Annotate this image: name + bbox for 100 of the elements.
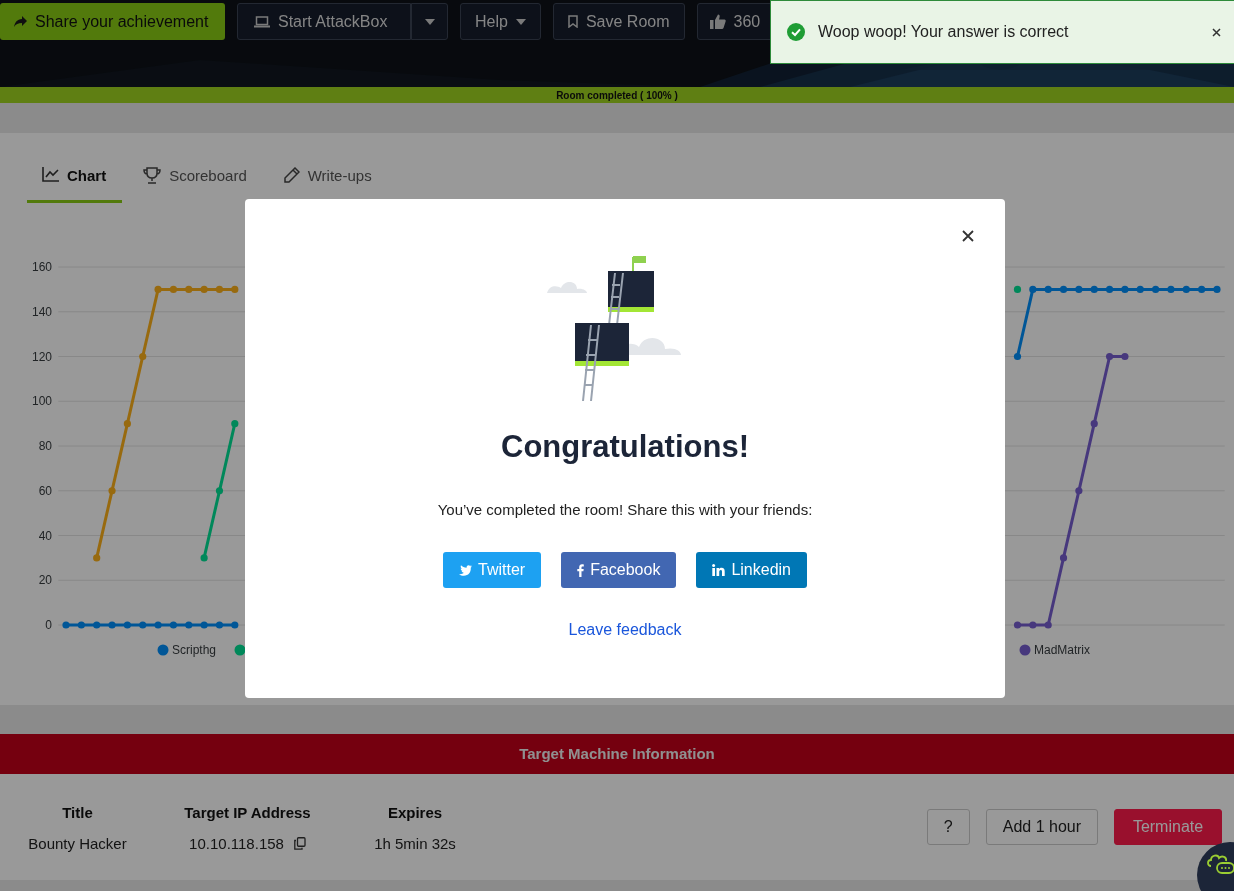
- save-room-button[interactable]: Save Room: [552, 3, 685, 40]
- column-value: 1h 5min 32s: [374, 835, 456, 852]
- data-point: [1044, 621, 1052, 629]
- data-point: [1121, 352, 1129, 361]
- start-attackbox-button[interactable]: Start AttackBox: [237, 3, 411, 40]
- close-button[interactable]: [1210, 26, 1222, 38]
- data-point: [1013, 352, 1022, 361]
- data-point: [1075, 285, 1083, 293]
- data-point: [139, 352, 147, 361]
- data-point: [1029, 621, 1037, 629]
- dialog-message: You’ve completed the room! Share this with your friends:: [437, 501, 813, 518]
- leave-feedback-link[interactable]: Leave feedback: [568, 621, 682, 639]
- data-point: [1182, 285, 1190, 293]
- facebook-icon: [577, 563, 585, 577]
- terminate-button[interactable]: Terminate: [1114, 809, 1222, 845]
- thumbs-up-icon: [709, 14, 726, 29]
- tab[interactable]: Write-ups: [268, 161, 388, 203]
- legend-label: Scripthg: [172, 643, 217, 657]
- axis-label: 0: [45, 618, 52, 632]
- data-point: [231, 621, 239, 629]
- close-button[interactable]: [961, 229, 975, 243]
- data-point: [139, 621, 147, 629]
- data-point: [1090, 285, 1098, 293]
- data-point: [62, 621, 70, 629]
- legend-dot: [157, 644, 169, 656]
- axis-label: 160: [31, 260, 52, 274]
- data-point: [231, 420, 239, 428]
- dropdown-button[interactable]: [411, 3, 448, 40]
- data-point: [1059, 554, 1068, 562]
- axis-label: 140: [31, 304, 52, 319]
- progress-label: Room completed ( 100% ): [556, 89, 678, 101]
- laptop-icon: [254, 15, 270, 28]
- data-point: [1136, 285, 1144, 293]
- axis-label: 20: [38, 573, 52, 588]
- line-chart-icon: [42, 167, 59, 182]
- data-point: [215, 487, 224, 495]
- data-point: [200, 621, 208, 629]
- chat-icon: [1207, 852, 1234, 876]
- data-point: [185, 285, 193, 293]
- linkedin-icon: [712, 564, 726, 576]
- add-hour-button[interactable]: Add 1 hour: [985, 809, 1098, 845]
- data-point: [215, 621, 224, 629]
- data-point: [93, 621, 101, 629]
- caret-icon: [515, 18, 526, 25]
- column-heading: Title: [62, 804, 93, 821]
- data-point: [77, 621, 85, 629]
- data-point: [1105, 285, 1114, 293]
- axis-label: 60: [38, 483, 52, 498]
- data-point: [1121, 285, 1129, 293]
- tab[interactable]: Chart: [27, 161, 123, 203]
- help-button[interactable]: ?: [926, 809, 970, 845]
- copy-icon[interactable]: [293, 837, 306, 850]
- share-icon: [14, 15, 27, 28]
- column-value: Bounty Hacker: [28, 835, 127, 852]
- section-header: Target Machine Information: [0, 734, 1234, 774]
- tab[interactable]: Scoreboard: [128, 161, 263, 203]
- axis-label: 120: [31, 349, 52, 364]
- help-button[interactable]: Help: [460, 3, 541, 40]
- data-point: [1152, 285, 1160, 293]
- share-button[interactable]: Linkedin: [696, 552, 807, 588]
- data-point: [1105, 352, 1114, 361]
- axis-label: 80: [38, 439, 52, 453]
- column-heading: Expires: [387, 804, 443, 821]
- data-point: [108, 487, 116, 495]
- data-point: [185, 621, 193, 629]
- legend-dot: [234, 644, 246, 656]
- bookmark-icon: [567, 15, 578, 28]
- toast-message: Woop woop! Your answer is correct: [818, 23, 1070, 41]
- data-point: [1059, 285, 1068, 293]
- column-value: 10.10.118.158: [189, 835, 284, 852]
- share-button[interactable]: Share your achievement: [0, 3, 225, 40]
- share-button[interactable]: Facebook: [561, 552, 677, 588]
- trophy-icon: [143, 167, 162, 184]
- data-point: [200, 285, 208, 293]
- dialog-title: Congratulations!: [501, 429, 749, 465]
- data-point: [1213, 285, 1221, 293]
- share-button[interactable]: Twitter: [443, 552, 542, 588]
- data-point: [215, 285, 224, 293]
- data-point: [200, 554, 208, 562]
- data-point: [169, 621, 178, 629]
- data-point: [1167, 285, 1175, 293]
- data-point: [1075, 487, 1083, 495]
- bird-icon: [459, 564, 472, 576]
- data-point: [169, 285, 178, 293]
- data-point: [123, 420, 131, 428]
- data-point: [1029, 285, 1037, 293]
- axis-label: 40: [38, 528, 52, 543]
- close-icon: [1211, 27, 1221, 37]
- close-icon: [962, 230, 974, 242]
- data-point: [154, 285, 162, 293]
- data-point: [1044, 285, 1052, 293]
- column-heading: Target IP Address: [184, 804, 311, 821]
- pencil-icon: [283, 167, 300, 183]
- check-circle-icon: [787, 23, 805, 41]
- data-point: [1013, 285, 1022, 293]
- data-point: [123, 621, 131, 629]
- caret-icon: [424, 18, 435, 25]
- data-point: [231, 285, 239, 293]
- legend-label: MadMatrix: [1034, 643, 1090, 657]
- axis-label: 100: [31, 394, 52, 409]
